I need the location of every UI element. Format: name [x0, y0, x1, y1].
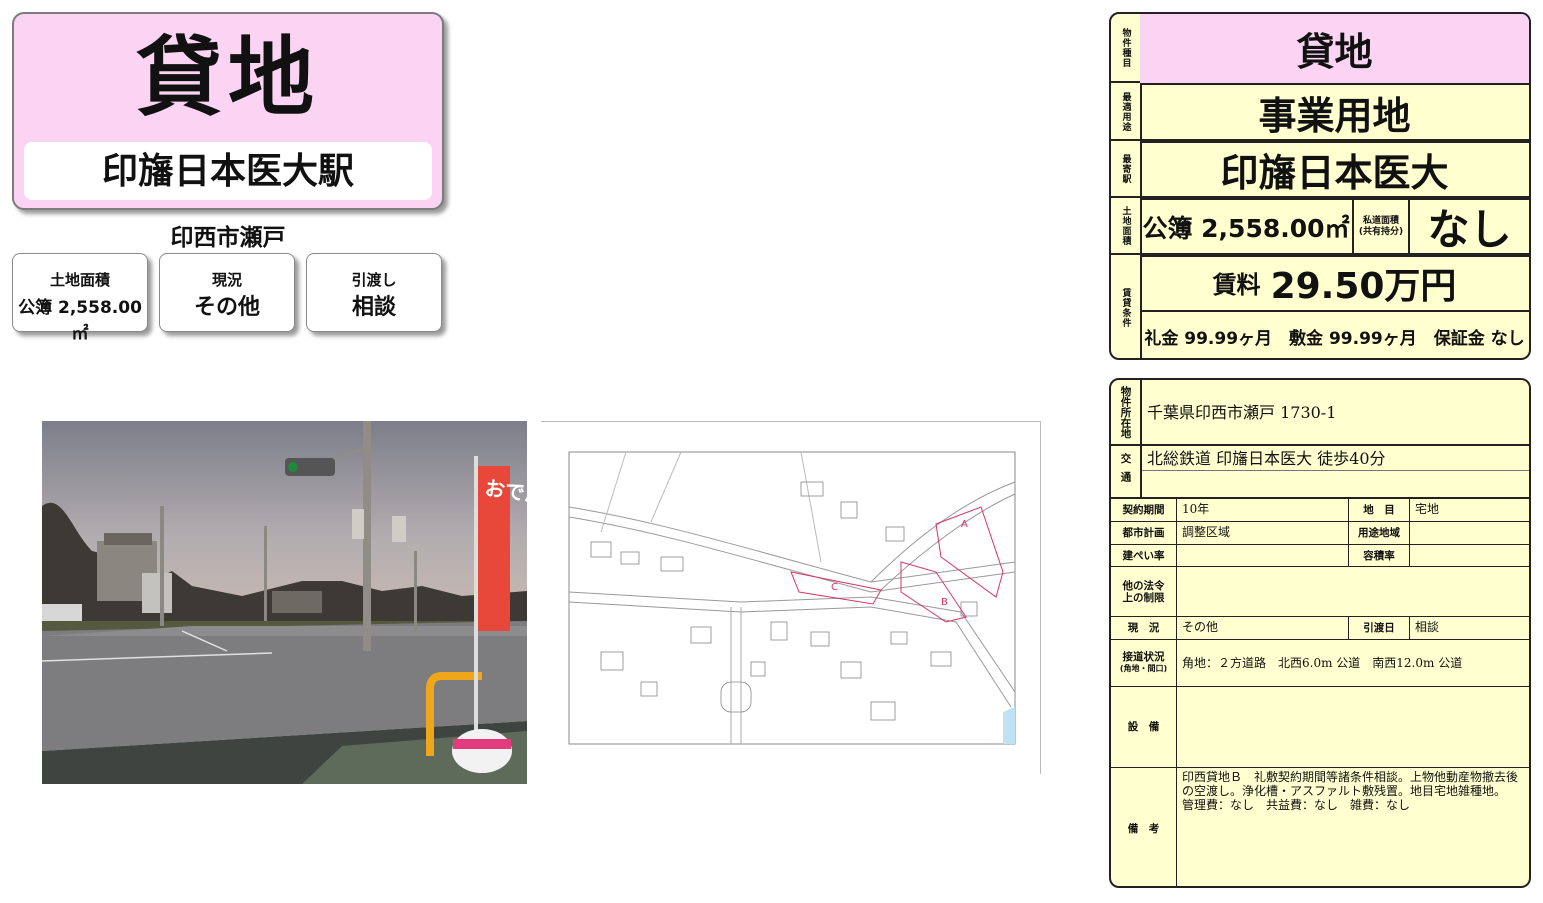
station-label: 最寄駅	[1111, 141, 1142, 197]
property-summary-table: 物件種目 最適用途 最寄駅 土地面積 賃貸条件 貸地 事業用地 印旛日本医大 公…	[1109, 12, 1531, 360]
parcel-a-label: A	[961, 519, 968, 530]
address-short: 印西市瀬戸	[170, 225, 286, 251]
land-category-label: 地 目	[1363, 503, 1395, 516]
location-label: 物件所在地	[1119, 385, 1132, 439]
land-area-value: 公簿 2,558.00㎡	[18, 298, 142, 344]
bcr-label: 建ぺい率	[1122, 549, 1165, 562]
parcel-b-label: B	[941, 597, 948, 608]
remarks-line-1: 印西貸地Ｂ 礼敷契約期間等諸条件相談。上物他動産物撤去後	[1182, 770, 1519, 784]
city-plan-value: 調整区域	[1182, 525, 1231, 539]
status-label: 現況	[211, 271, 242, 289]
type-value: 貸地	[1140, 14, 1529, 85]
deposits: 礼金 99.99ヶ月 敷金 99.99ヶ月 保証金 なし	[1144, 328, 1525, 349]
delivery-date-label: 引渡日	[1363, 622, 1395, 634]
zoning-label: 用途地域	[1358, 527, 1400, 539]
title-card: 貸地 印旛日本医大駅	[12, 12, 444, 210]
facilities-label: 設 備	[1127, 721, 1160, 733]
current-status-value: その他	[1182, 620, 1219, 634]
rent-value: 29.50万円	[1270, 265, 1457, 307]
land-category-value: 宅地	[1415, 502, 1440, 516]
remarks-value: 印西貸地Ｂ 礼敷契約期間等諸条件相談。上物他動産物撤去後 の空渡し。浄化槽・アス…	[1182, 770, 1528, 812]
land-area-card: 土地面積 公簿 2,558.00㎡	[12, 253, 148, 344]
area-value: 公簿 2,558.00㎡	[1142, 213, 1350, 243]
delivery-label: 引渡し	[351, 271, 397, 289]
status-card: 現況 その他	[159, 253, 295, 332]
private-road-value: なし	[1427, 205, 1512, 254]
other-law-label: 他の法令 上の制限	[1122, 579, 1165, 604]
current-status-label: 現 況	[1127, 622, 1160, 634]
transport-value: 北総鉄道 印旛日本医大 徒歩40分	[1147, 449, 1386, 468]
station-value: 印旛日本医大	[1140, 141, 1529, 200]
site-photo: おでんセール	[42, 421, 527, 784]
status-value: その他	[193, 295, 260, 320]
far-label: 容積率	[1363, 549, 1395, 562]
contract-period-label: 契約期間	[1122, 503, 1165, 516]
remarks-line-2: の空渡し。浄化槽・アスファルト敷残置。地目宅地雑種地。	[1182, 784, 1507, 798]
location-value: 千葉県印西市瀬戸 1730-1	[1147, 403, 1337, 422]
city-plan-label: 都市計画	[1122, 527, 1165, 539]
road-access-label: 接道状況 (角地・間口)	[1119, 651, 1168, 673]
parcel-c-label: C	[831, 582, 838, 593]
use-value: 事業用地	[1140, 83, 1529, 143]
property-type-title: 貸地	[136, 28, 320, 128]
contract-period-value: 10年	[1182, 502, 1210, 516]
area-label: 土地面積	[1111, 198, 1142, 254]
rent-prefix: 賃料	[1212, 271, 1261, 299]
use-label: 最適用途	[1111, 83, 1142, 140]
rent-label: 賃貸条件	[1111, 255, 1142, 358]
land-area-label: 土地面積	[49, 271, 110, 289]
delivery-date-value: 相談	[1415, 620, 1440, 634]
property-details-table: 物件所在地 千葉県印西市瀬戸 1730-1 交通 北総鉄道 印旛日本医大 徒歩4…	[1109, 378, 1531, 888]
station-name: 印旛日本医大駅	[24, 142, 432, 200]
delivery-value: 相談	[351, 295, 396, 320]
area-row: 公簿 2,558.00㎡ 私道面積 (共有持分) なし	[1140, 198, 1529, 257]
site-map: A B C	[541, 421, 1041, 774]
remarks-label: 備 考	[1127, 823, 1160, 835]
transport-label: 交通	[1119, 452, 1132, 490]
rent-row: 賃料 29.50万円	[1140, 255, 1529, 312]
remarks-line-3: 管理費：なし 共益費：なし 雑費：なし	[1182, 798, 1411, 812]
private-road-label: 私道面積 (共有持分)	[1358, 215, 1404, 237]
type-label: 物件種目	[1111, 14, 1142, 82]
road-access-value: 角地：２方道路 北西6.0m 公道 南西12.0m 公道	[1182, 656, 1463, 670]
delivery-card: 引渡し 相談	[306, 253, 442, 332]
